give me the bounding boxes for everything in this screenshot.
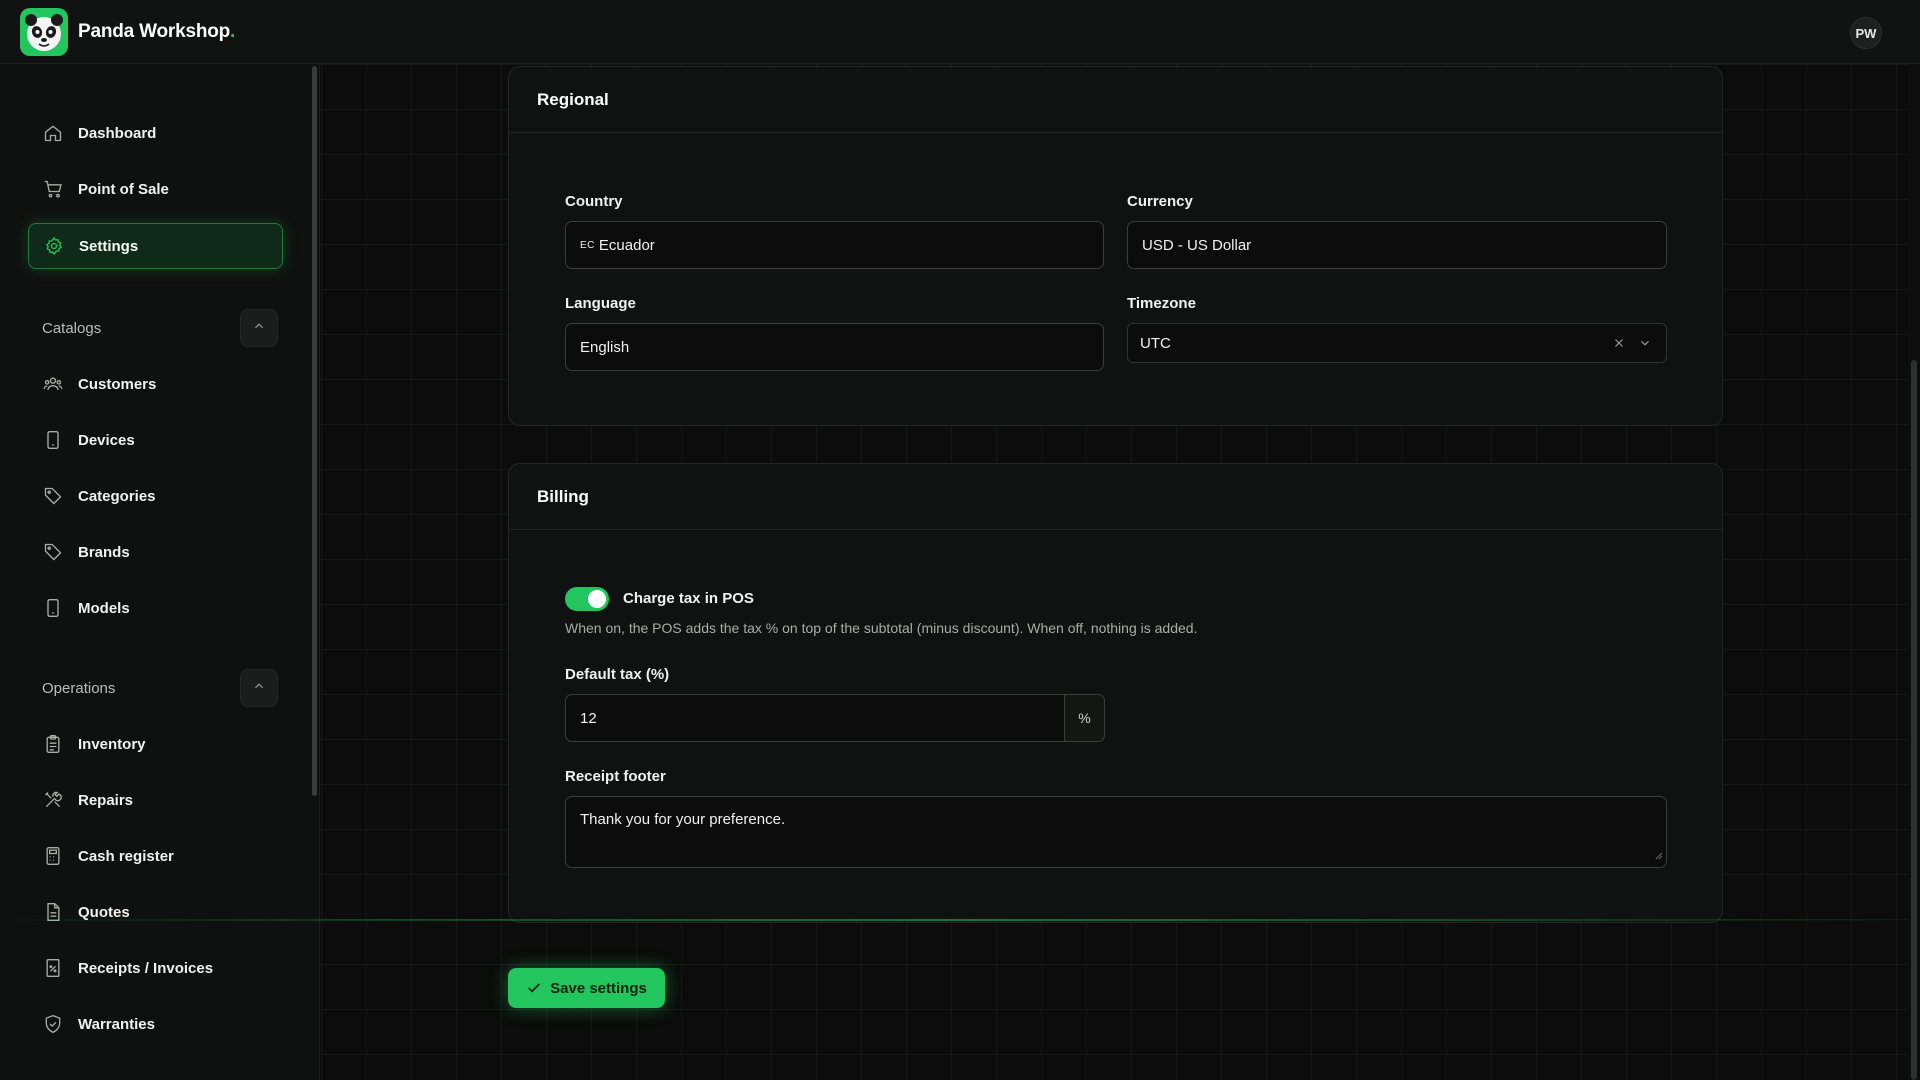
- country-value: Ecuador: [598, 236, 655, 254]
- billing-title: Billing: [509, 464, 1722, 530]
- chevron-down-icon[interactable]: [1638, 336, 1652, 350]
- country-label: Country: [565, 193, 623, 210]
- clear-icon[interactable]: [1612, 336, 1626, 350]
- receipt-footer-label: Receipt footer: [565, 768, 666, 785]
- sidebar-item-warranties[interactable]: Warranties: [28, 1001, 283, 1047]
- sidebar-item-label: Point of Sale: [78, 180, 169, 198]
- sidebar-item-customers[interactable]: Customers: [28, 361, 283, 407]
- sidebar-item-label: Settings: [79, 237, 139, 255]
- clipboard-icon: [42, 733, 64, 755]
- sidebar-item-label: Quotes: [78, 903, 130, 921]
- percent-suffix: %: [1065, 694, 1105, 742]
- sidebar-item-receipts-invoices[interactable]: Receipts / Invoices: [28, 945, 283, 991]
- phone-icon: [42, 429, 64, 451]
- sidebar-item-inventory[interactable]: Inventory: [28, 721, 283, 767]
- default-tax-input[interactable]: 12: [565, 694, 1065, 742]
- sidebar-item-label: Receipts / Invoices: [78, 959, 214, 977]
- phone-icon: [42, 597, 64, 619]
- sidebar-item-label: Cash register: [78, 847, 174, 865]
- currency-value: USD - US Dollar: [1142, 236, 1252, 254]
- sidebar-item-label: Categories: [78, 487, 156, 505]
- default-tax-value: 12: [580, 709, 597, 727]
- tools-icon: [42, 789, 64, 811]
- sidebar-item-label: Models: [78, 599, 130, 617]
- sidebar-item-devices[interactable]: Devices: [28, 417, 283, 463]
- toggle-knob: [588, 590, 606, 608]
- sidebar-item-categories[interactable]: Categories: [28, 473, 283, 519]
- currency-field[interactable]: USD - US Dollar: [1127, 221, 1667, 269]
- sidebar-item-brands[interactable]: Brands: [28, 529, 283, 575]
- timezone-select[interactable]: UTC: [1127, 323, 1667, 363]
- currency-label: Currency: [1127, 193, 1193, 210]
- sidebar-item-quotes[interactable]: Quotes: [28, 889, 283, 935]
- chevron-up-icon: [252, 679, 266, 698]
- gear-icon: [43, 235, 65, 257]
- main-scrollbar-thumb[interactable]: [1911, 360, 1917, 1080]
- sidebar-item-label: Dashboard: [78, 124, 157, 142]
- sidebar-item-label: Brands: [78, 543, 130, 561]
- home-icon: [42, 122, 64, 144]
- timezone-label: Timezone: [1127, 295, 1196, 312]
- charge-tax-help: When on, the POS adds the tax % on top o…: [565, 620, 1198, 636]
- brand-name: Panda Workshop.: [78, 20, 236, 42]
- country-field[interactable]: EC Ecuador: [565, 221, 1104, 269]
- sidebar-item-label: Repairs: [78, 791, 134, 809]
- calculator-icon: [42, 845, 64, 867]
- billing-card: Billing Charge tax in POS When on, the P…: [508, 463, 1723, 923]
- sidebar-item-label: Devices: [78, 431, 135, 449]
- top-bar: Panda Workshop. PW: [0, 0, 1920, 64]
- default-tax-label: Default tax (%): [565, 666, 670, 683]
- receipt-footer-value: Thank you for your preference.: [580, 811, 786, 828]
- panda-logo[interactable]: [20, 7, 68, 56]
- language-field[interactable]: English: [565, 323, 1104, 371]
- sidebar-scrollbar[interactable]: [312, 66, 317, 796]
- sidebar-item-models[interactable]: Models: [28, 585, 283, 631]
- tag-icon: [42, 485, 64, 507]
- sidebar-item-cash-register[interactable]: Cash register: [28, 833, 283, 879]
- sidebar-item-label: Customers: [78, 375, 157, 393]
- chevron-up-icon: [252, 319, 266, 338]
- operations-section-label: Operations: [42, 680, 116, 697]
- catalogs-section-label: Catalogs: [42, 320, 102, 337]
- cart-icon: [42, 178, 64, 200]
- sidebar-item-point-of-sale[interactable]: Point of Sale: [28, 166, 283, 212]
- operations-collapse-button[interactable]: [240, 669, 278, 707]
- timezone-value: UTC: [1140, 334, 1171, 352]
- save-settings-button[interactable]: Save settings: [508, 968, 665, 1008]
- users-icon: [42, 373, 64, 395]
- charge-tax-label: Charge tax in POS: [623, 590, 754, 607]
- ecuador-flag-icon: EC: [580, 239, 595, 251]
- shield-check-icon: [42, 1013, 64, 1035]
- language-value: English: [580, 338, 630, 356]
- sidebar-item-label: Warranties: [78, 1015, 155, 1033]
- language-label: Language: [565, 295, 636, 312]
- main-scrollbar[interactable]: [1908, 64, 1920, 1080]
- regional-title: Regional: [509, 67, 1722, 133]
- receipt-footer-textarea[interactable]: Thank you for your preference.: [565, 796, 1667, 868]
- sidebar-item-repairs[interactable]: Repairs: [28, 777, 283, 823]
- resize-handle-icon[interactable]: [1655, 847, 1663, 864]
- user-avatar[interactable]: PW: [1850, 17, 1882, 49]
- glow-divider: [0, 919, 1920, 921]
- tag-icon: [42, 541, 64, 563]
- receipt-icon: [42, 957, 64, 979]
- catalogs-collapse-button[interactable]: [240, 309, 278, 347]
- check-icon: [526, 980, 542, 996]
- save-settings-label: Save settings: [550, 979, 647, 997]
- regional-card: Regional Country EC Ecuador Currency USD…: [508, 66, 1723, 426]
- charge-tax-toggle[interactable]: [565, 587, 609, 611]
- sidebar-item-dashboard[interactable]: Dashboard: [28, 110, 283, 156]
- sidebar: Dashboard Point of Sale Settings Catalog…: [0, 64, 320, 1080]
- sidebar-item-label: Inventory: [78, 735, 146, 753]
- sidebar-item-settings[interactable]: Settings: [28, 223, 283, 269]
